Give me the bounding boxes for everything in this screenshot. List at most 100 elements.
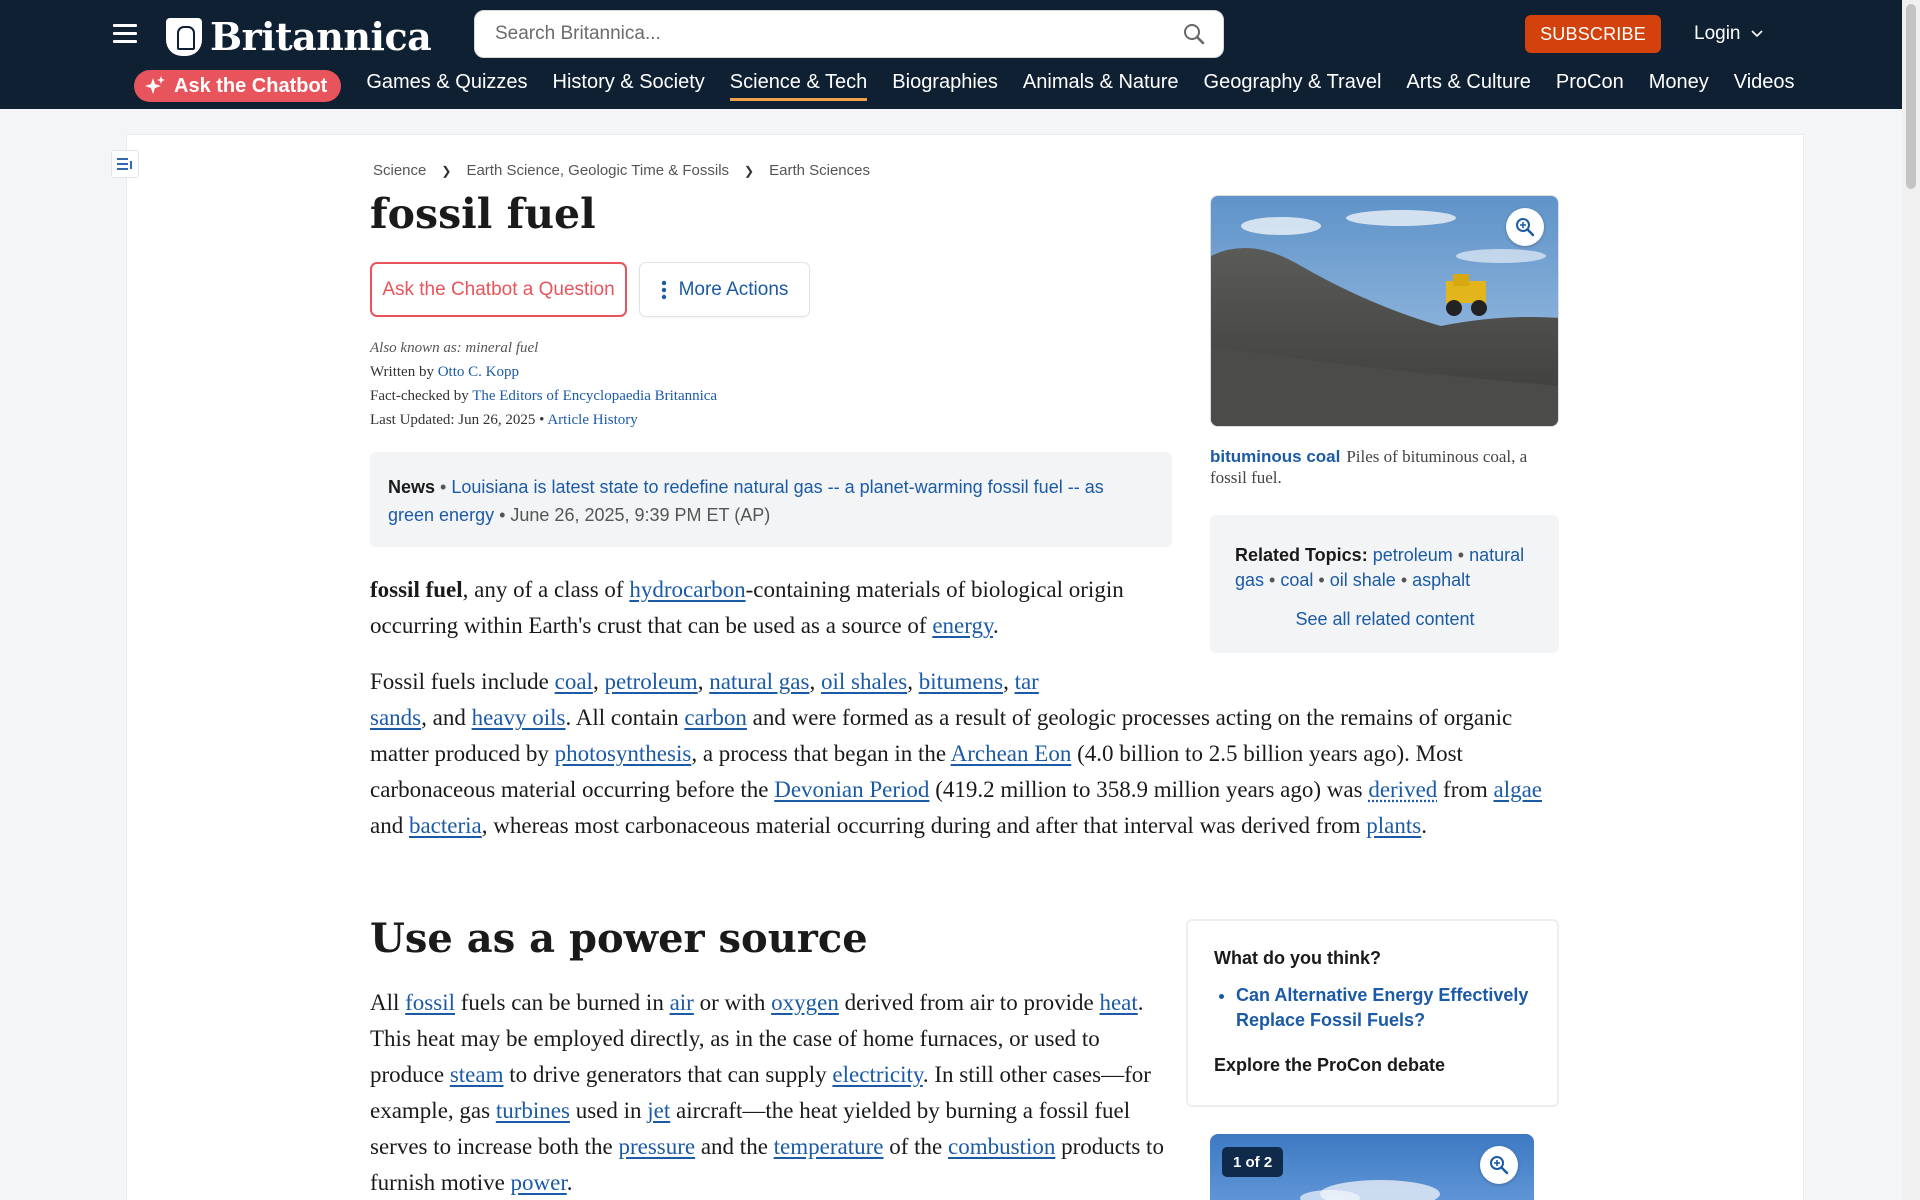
link-bitumens[interactable]: bitumens bbox=[919, 669, 1003, 694]
written-by-label: Written by bbox=[370, 364, 434, 380]
term-bold: fossil fuel bbox=[370, 577, 463, 602]
link-plants[interactable]: plants bbox=[1366, 813, 1421, 838]
explore-procon-link[interactable]: Explore the ProCon debate bbox=[1214, 1055, 1531, 1076]
nav-arts-culture[interactable]: Arts & Culture bbox=[1406, 71, 1530, 101]
link-archean-eon[interactable]: Archean Eon bbox=[951, 741, 1072, 766]
link-carbon[interactable]: carbon bbox=[684, 705, 747, 730]
link-combustion[interactable]: combustion bbox=[948, 1134, 1055, 1159]
link-coal[interactable]: coal bbox=[555, 669, 593, 694]
link-devonian-period[interactable]: Devonian Period bbox=[774, 777, 929, 802]
ask-chatbot-question-button[interactable]: Ask the Chatbot a Question bbox=[370, 262, 627, 317]
last-updated: Last Updated: Jun 26, 2025 • bbox=[370, 412, 545, 428]
nav-procon[interactable]: ProCon bbox=[1556, 71, 1624, 101]
separator: • bbox=[1318, 570, 1325, 590]
news-bullet: • bbox=[440, 477, 447, 497]
procon-debate-link[interactable]: Can Alternative Energy Effectively Repla… bbox=[1236, 983, 1531, 1033]
nav-geography-travel[interactable]: Geography & Travel bbox=[1204, 71, 1382, 101]
text: fuels can be burned in bbox=[454, 990, 670, 1015]
last-updated-line: Last Updated: Jun 26, 2025 • Article His… bbox=[370, 408, 717, 432]
chevron-right-icon: ❯ bbox=[744, 163, 755, 178]
link-fossil[interactable]: fossil bbox=[405, 990, 455, 1015]
link-oil-shales[interactable]: oil shales bbox=[821, 669, 907, 694]
hero-image[interactable] bbox=[1210, 195, 1559, 427]
link-steam[interactable]: steam bbox=[450, 1062, 504, 1087]
britannica-logo[interactable]: Britannica bbox=[166, 14, 432, 59]
link-temperature[interactable]: temperature bbox=[774, 1134, 884, 1159]
also-known-as: Also known as: mineral fuel bbox=[370, 340, 539, 356]
link-natural-gas[interactable]: natural gas bbox=[709, 669, 809, 694]
link-jet[interactable]: jet bbox=[647, 1098, 670, 1123]
link-algae[interactable]: algae bbox=[1494, 777, 1543, 802]
page-scrollbar[interactable] bbox=[1902, 0, 1920, 1200]
subscribe-button[interactable]: SUBSCRIBE bbox=[1525, 15, 1661, 53]
news-box: News • Louisiana is latest state to rede… bbox=[370, 452, 1172, 547]
chevron-down-icon bbox=[1750, 30, 1763, 38]
article-history-link[interactable]: Article History bbox=[547, 412, 637, 428]
fact-checked-line: Fact-checked by The Editors of Encyclopa… bbox=[370, 384, 717, 408]
nav-science-tech[interactable]: Science & Tech bbox=[729, 71, 868, 101]
search-input[interactable] bbox=[475, 11, 1155, 57]
link-oxygen[interactable]: oxygen bbox=[771, 990, 839, 1015]
more-actions-button[interactable]: More Actions bbox=[639, 262, 810, 317]
nav-animals-nature[interactable]: Animals & Nature bbox=[1023, 71, 1179, 101]
breadcrumb-earth-science[interactable]: Earth Science, Geologic Time & Fossils bbox=[466, 162, 729, 179]
separator: • bbox=[1269, 570, 1276, 590]
link-turbines[interactable]: turbines bbox=[496, 1098, 570, 1123]
link-photosynthesis[interactable]: photosynthesis bbox=[555, 741, 692, 766]
link-air[interactable]: air bbox=[670, 990, 694, 1015]
media-gallery[interactable]: 1 of 2 bbox=[1210, 1134, 1534, 1200]
search-icon[interactable] bbox=[1183, 23, 1205, 45]
zoom-icon[interactable] bbox=[1506, 208, 1544, 246]
nav-biographies[interactable]: Biographies bbox=[892, 71, 998, 101]
site-header: Britannica SUBSCRIBE Login Ask the Chatb… bbox=[0, 0, 1902, 109]
scrollbar-thumb[interactable] bbox=[1906, 4, 1916, 189]
text: . bbox=[1421, 813, 1427, 838]
text: . All contain bbox=[565, 705, 685, 730]
link-sands[interactable]: sands bbox=[370, 705, 421, 730]
text: from bbox=[1437, 777, 1494, 802]
link-energy[interactable]: energy bbox=[932, 613, 993, 638]
see-all-related-link[interactable]: See all related content bbox=[1235, 607, 1535, 632]
related-topic-link[interactable]: asphalt bbox=[1412, 570, 1470, 590]
caption-title-link[interactable]: bituminous coal bbox=[1210, 447, 1340, 466]
table-of-contents-icon[interactable] bbox=[111, 150, 139, 178]
menu-icon[interactable] bbox=[113, 24, 137, 44]
text: (419.2 million to 358.9 million years ag… bbox=[929, 777, 1369, 802]
link-derived[interactable]: derived bbox=[1368, 777, 1437, 802]
fact-checker-link[interactable]: The Editors of Encyclopaedia Britannica bbox=[472, 388, 717, 404]
link-tar[interactable]: tar bbox=[1015, 669, 1039, 694]
link-power[interactable]: power bbox=[511, 1170, 567, 1195]
link-petroleum[interactable]: petroleum bbox=[604, 669, 697, 694]
zoom-icon[interactable] bbox=[1480, 1146, 1518, 1184]
more-actions-label: More Actions bbox=[678, 278, 789, 300]
nav-money[interactable]: Money bbox=[1649, 71, 1709, 101]
link-heavy-oils[interactable]: heavy oils bbox=[472, 705, 566, 730]
nav-history-society[interactable]: History & Society bbox=[553, 71, 705, 101]
nav-videos[interactable]: Videos bbox=[1734, 71, 1795, 101]
related-topic-link[interactable]: oil shale bbox=[1330, 570, 1396, 590]
breadcrumb-earth-sciences[interactable]: Earth Sciences bbox=[769, 162, 870, 179]
breadcrumb-science[interactable]: Science bbox=[373, 162, 426, 179]
text: and the bbox=[695, 1134, 774, 1159]
written-by-line: Written by Otto C. Kopp bbox=[370, 360, 717, 384]
link-electricity[interactable]: electricity bbox=[832, 1062, 922, 1087]
login-button[interactable]: Login bbox=[1694, 23, 1763, 45]
news-label: News bbox=[388, 477, 436, 497]
breadcrumb: Science ❯ Earth Science, Geologic Time &… bbox=[373, 162, 870, 179]
ask-chatbot-nav-button[interactable]: Ask the Chatbot bbox=[134, 70, 342, 102]
link-bacteria[interactable]: bacteria bbox=[409, 813, 482, 838]
author-link[interactable]: Otto C. Kopp bbox=[438, 364, 519, 380]
link-heat[interactable]: heat bbox=[1099, 990, 1137, 1015]
text: Fossil fuels include bbox=[370, 669, 555, 694]
procon-box: What do you think? Can Alternative Energ… bbox=[1186, 919, 1559, 1107]
text: , a process that began in the bbox=[691, 741, 951, 766]
nav-games-quizzes[interactable]: Games & Quizzes bbox=[366, 71, 527, 101]
chevron-right-icon: ❯ bbox=[441, 163, 452, 178]
text: , whereas most carbonaceous material occ… bbox=[481, 813, 1367, 838]
link-hydrocarbon[interactable]: hydrocarbon bbox=[629, 577, 745, 602]
text: All bbox=[370, 990, 406, 1015]
text: or with bbox=[693, 990, 772, 1015]
related-topic-link[interactable]: petroleum bbox=[1373, 545, 1453, 565]
related-topic-link[interactable]: coal bbox=[1280, 570, 1313, 590]
link-pressure[interactable]: pressure bbox=[618, 1134, 695, 1159]
